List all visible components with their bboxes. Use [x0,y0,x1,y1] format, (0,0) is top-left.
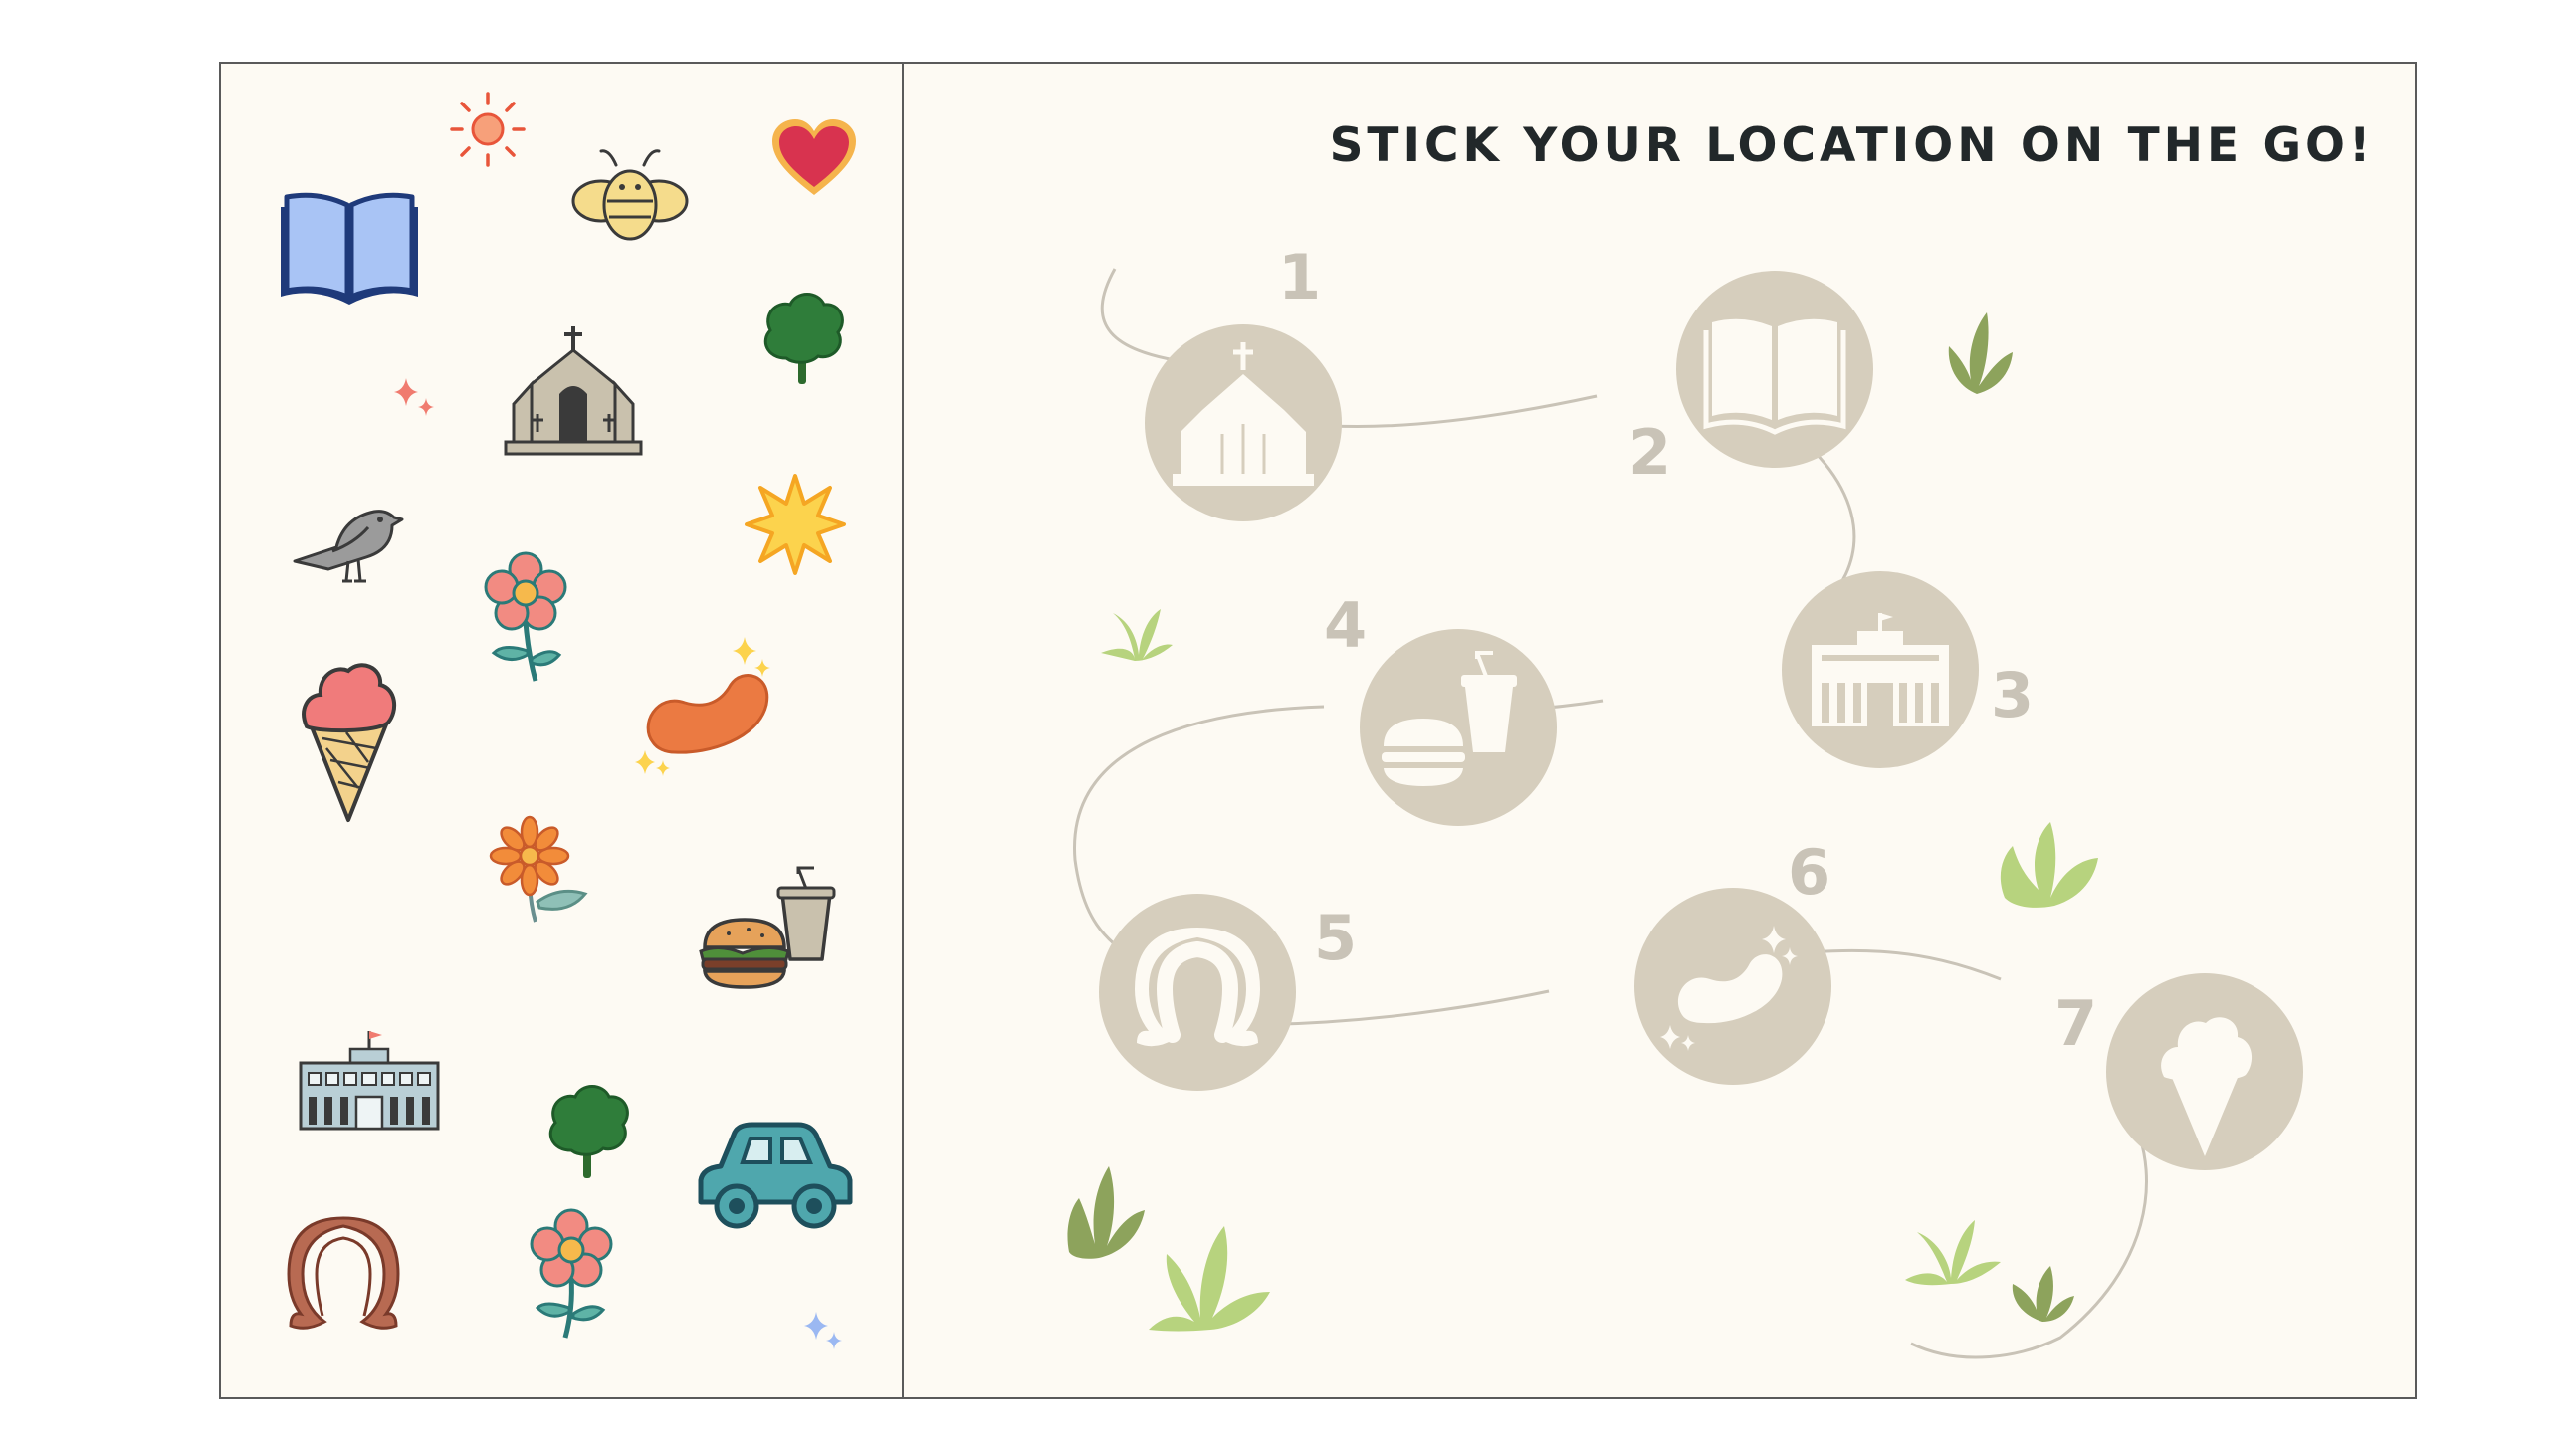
bird-sticker[interactable] [289,492,406,586]
sun-icon [450,92,526,167]
stop-1[interactable] [1145,324,1342,521]
flower-sticker[interactable] [484,551,567,687]
plant-icon [1937,307,2017,396]
omega-logo-icon [287,1216,400,1330]
flower-icon [484,551,567,682]
sticker-tray [221,64,904,1397]
sparkle-sticker[interactable] [390,374,440,424]
building-icon [299,1031,440,1131]
plant-icon [1901,1214,2005,1286]
sun-sticker[interactable] [448,90,528,169]
bird-icon [293,510,404,583]
car-icon [698,1122,853,1229]
bean-icon [635,637,770,776]
burger-drink-icon [699,866,836,989]
stop-4[interactable] [1360,629,1557,826]
stop-7[interactable] [2106,973,2303,1170]
stop-3[interactable] [1782,571,1979,768]
starburst-sticker[interactable] [743,472,848,577]
book-icon [1703,318,1846,435]
bee-icon [571,149,689,241]
plant-icon [1141,1218,1274,1332]
tree-sticker[interactable] [541,1079,633,1182]
stop-5-number: 5 [1314,902,1358,974]
book-icon [281,192,418,305]
tree-icon [548,1085,629,1178]
car-sticker[interactable] [693,1119,856,1236]
omega-logo-icon [1135,928,1260,1047]
stop-6[interactable] [1634,888,1831,1085]
church-icon [1173,342,1314,486]
orange-flower-icon [489,815,588,923]
book-sticker[interactable] [275,187,424,316]
bean-sticker[interactable] [635,633,788,782]
tree-icon [763,293,844,384]
location-map: STICK YOUR LOCATION ON THE GO! 1 2 3 4 5… [906,64,2415,1397]
stop-7-number: 7 [2054,987,2098,1060]
orange-flower-sticker[interactable] [489,815,593,926]
heart-sticker[interactable] [768,115,860,199]
flower-sticker[interactable] [530,1208,613,1344]
heart-icon [772,119,856,195]
bean-icon [1660,926,1798,1051]
stop-1-number: 1 [1278,241,1322,313]
plant-icon [1095,603,1175,663]
omega-logo-sticker[interactable] [283,1216,404,1336]
plant-icon [1059,1160,1149,1260]
stop-4-number: 4 [1324,589,1368,662]
stop-6-number: 6 [1788,836,1831,909]
church-icon [504,326,643,456]
building-icon [1812,613,1949,726]
blue-sparkle-sticker[interactable] [800,1310,848,1357]
ice-cream-icon [302,663,397,822]
sticker-board: STICK YOUR LOCATION ON THE GO! 1 2 3 4 5… [219,62,2417,1399]
ice-cream-sticker[interactable] [299,653,398,824]
starburst-icon [745,474,846,575]
stop-3-number: 3 [1991,659,2035,731]
building-sticker[interactable] [297,1027,442,1133]
burger-drink-icon [1382,651,1517,786]
stop-2-number: 2 [1628,416,1672,489]
bee-sticker[interactable] [571,143,689,248]
stop-2[interactable] [1676,271,1873,468]
tree-sticker[interactable] [756,289,848,388]
plant-icon [1995,818,2104,908]
ice-cream-icon [2161,1017,2253,1156]
stop-5[interactable] [1099,894,1296,1091]
plant-icon [2009,1264,2076,1324]
church-sticker[interactable] [504,322,643,462]
sparkle-icon [804,1312,842,1349]
burger-drink-sticker[interactable] [699,864,848,993]
sparkle-icon [394,378,434,416]
flower-icon [530,1208,613,1339]
